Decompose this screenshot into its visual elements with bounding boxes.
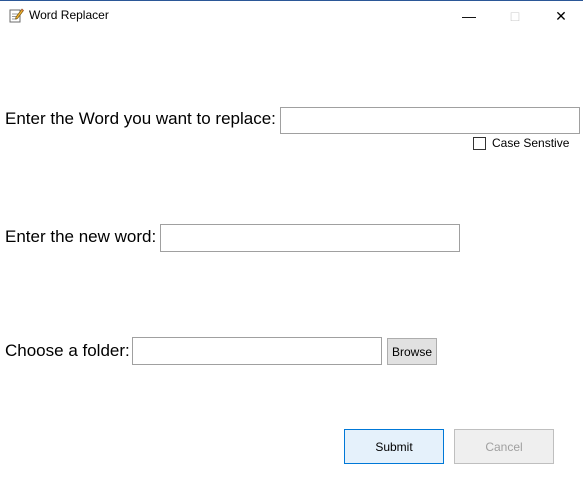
- new-word-input[interactable]: [160, 224, 460, 252]
- close-button[interactable]: ✕: [538, 1, 583, 31]
- replace-word-label: Enter the Word you want to replace:: [5, 109, 276, 128]
- case-sensitive-checkbox[interactable]: [473, 136, 486, 150]
- case-sensitive-option[interactable]: Case Senstive: [473, 135, 569, 151]
- folder-path-input[interactable]: [132, 337, 382, 365]
- submit-button[interactable]: Submit: [344, 429, 444, 464]
- minimize-button[interactable]: —: [446, 1, 492, 31]
- maximize-button[interactable]: □: [492, 1, 538, 31]
- title-bar[interactable]: Word Replacer — □ ✕: [0, 1, 583, 31]
- window-title: Word Replacer: [29, 8, 109, 22]
- notepad-pencil-icon: [8, 7, 24, 23]
- maximize-icon: □: [510, 8, 520, 24]
- browse-button[interactable]: Browse: [387, 338, 437, 365]
- word-replacer-window: Word Replacer — □ ✕ Enter the Word you w…: [0, 0, 583, 492]
- case-sensitive-label[interactable]: Case Senstive: [492, 136, 569, 150]
- close-icon: ✕: [555, 7, 567, 24]
- folder-label: Choose a folder:: [5, 341, 130, 360]
- replace-word-input[interactable]: [280, 107, 580, 134]
- cancel-button[interactable]: Cancel: [454, 429, 554, 464]
- new-word-label: Enter the new word:: [5, 227, 157, 246]
- minimize-icon: —: [462, 8, 476, 24]
